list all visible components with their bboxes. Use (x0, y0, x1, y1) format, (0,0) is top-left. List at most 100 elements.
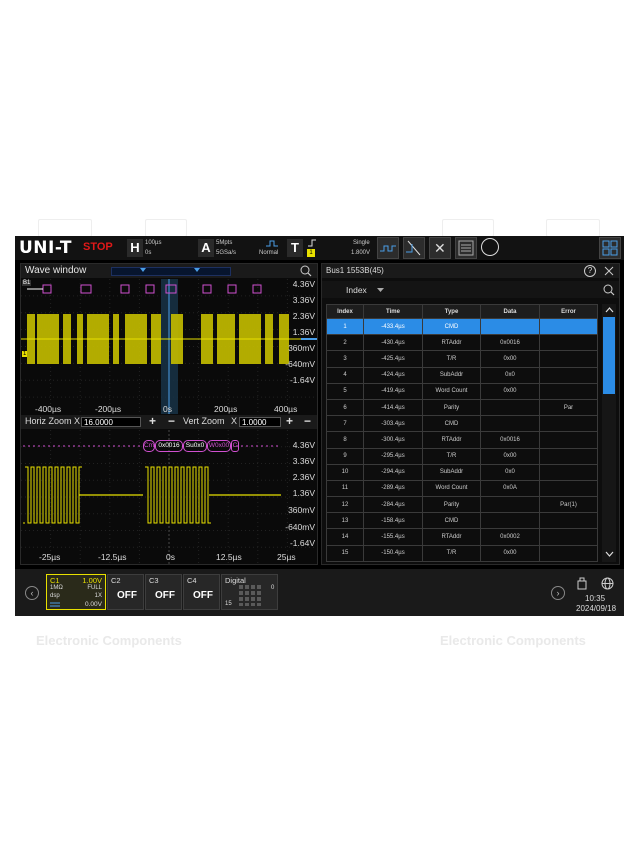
table-cell (539, 366, 598, 384)
scroll-right-button[interactable]: › (551, 586, 565, 600)
table-cell: 13 (326, 512, 364, 530)
watermark-text: Electronic Components (36, 633, 182, 648)
horiz-zoom-minus-button[interactable]: − (168, 414, 175, 428)
column-header[interactable]: Data (480, 304, 540, 319)
horiz-zoom-input[interactable]: 16.0000 (81, 417, 141, 427)
chevron-up-icon[interactable] (605, 306, 614, 313)
table-cell: -433.4µs (363, 317, 423, 336)
horiz-zoom-plus-button[interactable]: + (149, 414, 156, 428)
horizontal-button[interactable]: H (127, 239, 143, 257)
network-globe-icon[interactable] (601, 577, 614, 590)
bus-packet (252, 284, 262, 294)
vert-zoom-minus-button[interactable]: − (304, 414, 311, 428)
column-header[interactable]: Type (422, 304, 481, 319)
table-row[interactable]: 12 -284.4µs Parity Par(1) (326, 496, 598, 514)
bus-panel-title: Bus1 1553B(45) (326, 266, 384, 275)
circle-menu-icon[interactable] (481, 238, 499, 256)
cursor-icon[interactable] (403, 237, 425, 259)
table-cell: -155.4µs (363, 528, 423, 546)
column-header[interactable]: Error (539, 304, 598, 319)
channel-c4-box[interactable]: C4 OFF (183, 574, 220, 610)
table-cell (539, 544, 598, 562)
decode-label: 0x0016 (155, 440, 183, 452)
table-row[interactable]: 4 -424.4µs SubAddr 0x0 (326, 366, 598, 384)
volt-label: 2.36V (292, 472, 315, 482)
digital-channel-box[interactable]: Digital 0 15 (221, 574, 278, 610)
vert-zoom-input[interactable]: 1.0000 (239, 417, 281, 427)
table-cell: 2 (326, 334, 364, 352)
trigger-button[interactable]: T (287, 239, 303, 257)
usb-storage-icon[interactable] (577, 577, 587, 590)
table-scrollbar[interactable] (602, 304, 616, 562)
channel-c2-box[interactable]: C2 OFF (107, 574, 144, 610)
table-row[interactable]: 11 -289.4µs Word Count 0x0A (326, 479, 598, 498)
sort-select[interactable]: Index (346, 285, 367, 295)
search-icon[interactable] (603, 284, 615, 296)
channel-c1-box[interactable]: C1 1.00V 1MΩ FULL dsp 1X 0.00V (46, 574, 106, 610)
chevron-down-icon[interactable] (377, 288, 384, 293)
table-row[interactable]: 14 -155.4µs RTAddr 0x0002 (326, 528, 598, 546)
table-cell (539, 350, 598, 368)
table-row[interactable]: 3 -425.4µs T/R 0x00 (326, 350, 598, 368)
window-layout-icon[interactable] (599, 237, 621, 259)
time-tick: -12.5µs (98, 552, 127, 562)
channel-c3-box[interactable]: C3 OFF (145, 574, 182, 610)
watermark-logo-box (38, 219, 92, 237)
table-cell: Par(1) (539, 496, 598, 514)
table-cell (539, 528, 598, 546)
table-row[interactable]: 15 -150.4µs T/R 0x00 (326, 544, 598, 562)
wave-window: Wave window 4.36V 3.36V 2.36V 1.36V 360m… (20, 263, 318, 565)
table-cell: -300.4µs (363, 431, 423, 449)
search-icon[interactable] (300, 265, 312, 277)
scroll-left-button[interactable]: ‹ (25, 586, 39, 600)
table-row[interactable]: 7 -303.4µs CMD (326, 415, 598, 433)
table-cell: 0x0 (480, 463, 540, 481)
table-row[interactable]: 8 -300.4µs RTAddr 0x0016 (326, 431, 598, 449)
scrollbar-thumb[interactable] (603, 317, 615, 394)
table-cell: T/R (422, 447, 481, 465)
column-header[interactable]: Index (326, 304, 364, 319)
table-cell (539, 463, 598, 481)
table-cell: RTAddr (422, 334, 481, 352)
table-row[interactable]: 10 -294.4µs SubAddr 0x0 (326, 463, 598, 481)
main-waveform-plot[interactable] (21, 279, 317, 414)
table-cell: -294.4µs (363, 463, 423, 481)
digital-high-index: 15 (225, 601, 232, 607)
table-row[interactable]: 5 -419.4µs Word Count 0x00 (326, 382, 598, 400)
acquire-button[interactable]: A (198, 239, 214, 257)
channel-impedance: 1MΩ (50, 585, 63, 591)
volt-label: -1.64V (289, 538, 315, 548)
table-row[interactable]: 1 -433.4µs CMD (326, 317, 598, 336)
trigger-mode: Single (353, 240, 370, 246)
measure-icon[interactable] (377, 237, 399, 259)
vert-zoom-plus-button[interactable]: + (286, 414, 293, 428)
volt-label: 360mV (288, 505, 315, 515)
help-icon[interactable]: ? (584, 265, 596, 277)
math-icon[interactable]: ✕ (429, 237, 451, 259)
table-row[interactable]: 13 -158.4µs CMD (326, 512, 598, 530)
table-cell: 0x0 (480, 366, 540, 384)
volt-label: 1.36V (292, 327, 315, 337)
table-cell: CMD (422, 512, 481, 530)
chevron-down-icon[interactable] (605, 551, 614, 558)
channel-name: C2 (111, 576, 121, 585)
table-cell: SubAddr (422, 463, 481, 481)
table-row[interactable]: 6 -414.4µs Parity Par (326, 398, 598, 417)
watermark-logo-box (442, 219, 494, 237)
table-row[interactable]: 2 -430.4µs RTAddr 0x0016 (326, 334, 598, 352)
column-header[interactable]: Time (363, 304, 423, 319)
table-cell (539, 512, 598, 530)
table-cell: 0x00 (480, 350, 540, 368)
run-status[interactable]: STOP (83, 241, 113, 253)
table-cell (539, 431, 598, 449)
table-row[interactable]: 9 -295.4µs T/R 0x00 (326, 447, 598, 465)
waveform-position-bar[interactable] (111, 267, 231, 276)
table-cell: Word Count (422, 479, 481, 498)
close-icon[interactable] (604, 266, 614, 276)
memory-depth: 5Mpts (216, 240, 233, 246)
reference-icon[interactable] (455, 237, 477, 259)
bus-packet (145, 284, 155, 294)
channel-probe: 1X (94, 593, 102, 599)
table-cell (539, 317, 598, 336)
time-tick: 12.5µs (216, 552, 242, 562)
